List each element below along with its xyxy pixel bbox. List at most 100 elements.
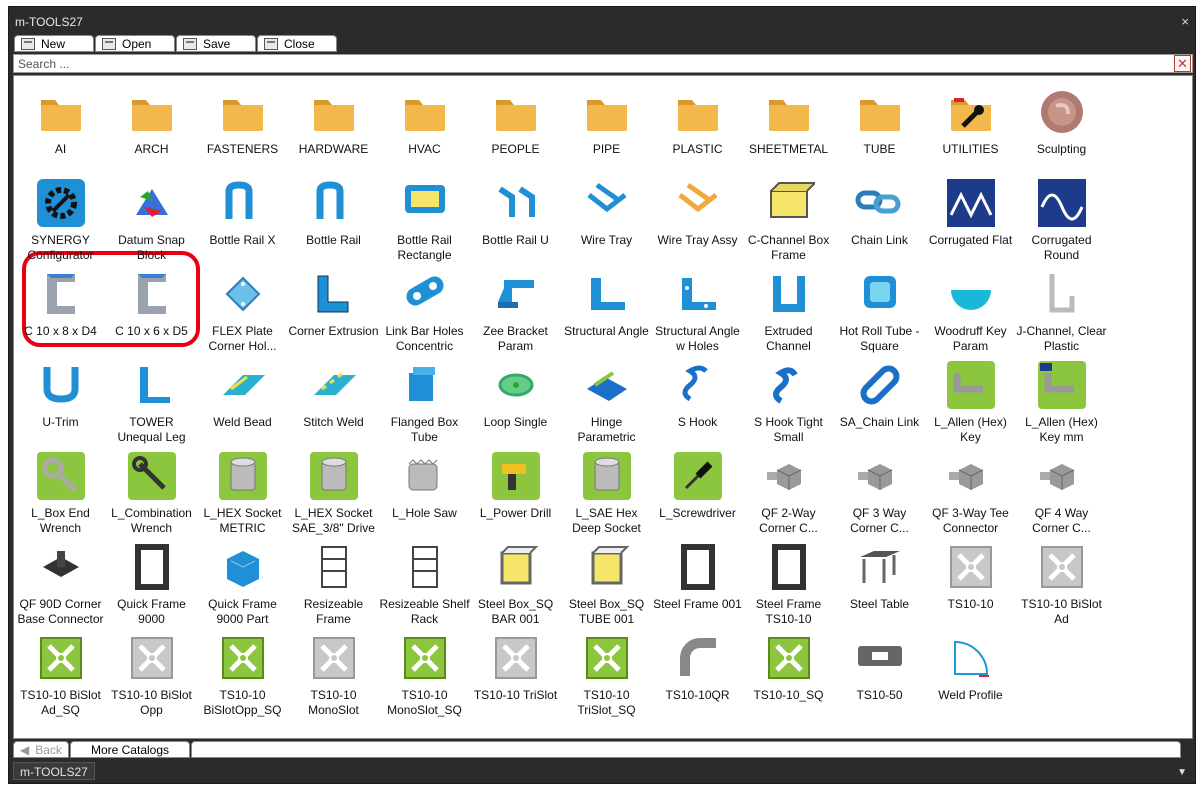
catalog-item[interactable]: Bottle Rail X bbox=[197, 177, 288, 263]
catalog-item[interactable]: C-Channel Box Frame bbox=[743, 177, 834, 263]
catalog-item[interactable]: Stitch Weld bbox=[288, 359, 379, 445]
catalog-item[interactable]: AI bbox=[15, 86, 106, 172]
catalog-item[interactable]: S Hook bbox=[652, 359, 743, 445]
catalog-item[interactable]: TS10-10 BiSlot Ad_SQ bbox=[15, 632, 106, 718]
catalog-item[interactable]: Flanged Box Tube bbox=[379, 359, 470, 445]
catalog-item[interactable]: Hinge Parametric bbox=[561, 359, 652, 445]
catalog-item[interactable]: Wire Tray Assy bbox=[652, 177, 743, 263]
catalog-item[interactable]: Structural Angle w Holes bbox=[652, 268, 743, 354]
catalog-item[interactable]: QF 3 Way Corner C... bbox=[834, 450, 925, 536]
catalog-item[interactable]: L_HEX Socket SAE_3/8" Drive bbox=[288, 450, 379, 536]
catalog-item[interactable]: UTILITIES bbox=[925, 86, 1016, 172]
close-window-button[interactable]: × bbox=[1181, 14, 1189, 29]
more-catalogs-button[interactable]: More Catalogs bbox=[70, 741, 190, 758]
catalog-item[interactable]: FLEX Plate Corner Hol... bbox=[197, 268, 288, 354]
catalog-item[interactable]: Quick Frame 9000 bbox=[106, 541, 197, 627]
catalog-grid: AI ARCH FASTENERS HARDWARE HVAC PEOPLE PIPE PLA… bbox=[13, 75, 1193, 739]
catalog-item[interactable]: HVAC bbox=[379, 86, 470, 172]
catalog-item[interactable]: ARCH bbox=[106, 86, 197, 172]
catalog-item-label: Loop Single bbox=[483, 415, 548, 429]
catalog-item[interactable]: L_Combination Wrench bbox=[106, 450, 197, 536]
catalog-item[interactable]: TS10-50 bbox=[834, 632, 925, 718]
catalog-item[interactable]: SA_Chain Link bbox=[834, 359, 925, 445]
catalog-item[interactable]: Chain Link bbox=[834, 177, 925, 263]
close-button[interactable]: Close bbox=[257, 35, 337, 52]
catalog-item[interactable]: TOWER Unequal Leg Channel bbox=[106, 359, 197, 445]
catalog-item[interactable]: QF 2-Way Corner C... bbox=[743, 450, 834, 536]
catalog-item[interactable]: Corrugated Round bbox=[1016, 177, 1107, 263]
catalog-item[interactable]: Steel Table bbox=[834, 541, 925, 627]
catalog-item[interactable]: L_SAE Hex Deep Socket 1/4" Dr... bbox=[561, 450, 652, 536]
catalog-item[interactable]: TS10-10 BiSlot Ad bbox=[1016, 541, 1107, 627]
catalog-item[interactable]: Loop Single bbox=[470, 359, 561, 445]
catalog-item[interactable]: Woodruff Key Param bbox=[925, 268, 1016, 354]
catalog-item[interactable]: SHEETMETAL bbox=[743, 86, 834, 172]
catalog-item[interactable]: QF 3-Way Tee Connector bbox=[925, 450, 1016, 536]
catalog-item[interactable]: TS10-10 TriSlot bbox=[470, 632, 561, 718]
catalog-item[interactable]: Bottle Rail U bbox=[470, 177, 561, 263]
hole-saw-icon bbox=[399, 450, 451, 502]
catalog-item[interactable]: Datum Snap Block bbox=[106, 177, 197, 263]
catalog-item[interactable]: L_HEX Socket METRIC bbox=[197, 450, 288, 536]
catalog-item[interactable]: Steel Frame 001 bbox=[652, 541, 743, 627]
catalog-item[interactable]: FASTENERS bbox=[197, 86, 288, 172]
chevron-down-icon[interactable]: ▼ bbox=[1177, 767, 1187, 778]
catalog-item[interactable]: Sculpting bbox=[1016, 86, 1107, 172]
catalog-item[interactable]: L_Box End Wrench bbox=[15, 450, 106, 536]
c-channel-icon bbox=[126, 268, 178, 320]
u-trim-icon bbox=[35, 359, 87, 411]
catalog-item[interactable]: Corrugated Flat bbox=[925, 177, 1016, 263]
catalog-item[interactable]: L_Allen (Hex) Key mm bbox=[1016, 359, 1107, 445]
back-button[interactable]: ◀ Back bbox=[13, 741, 69, 758]
catalog-item[interactable]: TS10-10 BiSlot Opp bbox=[106, 632, 197, 718]
catalog-item[interactable]: HARDWARE bbox=[288, 86, 379, 172]
catalog-item[interactable]: Quick Frame 9000 Part bbox=[197, 541, 288, 627]
catalog-item[interactable]: U-Trim bbox=[15, 359, 106, 445]
catalog-item[interactable]: Resizeable Frame bbox=[288, 541, 379, 627]
catalog-item[interactable]: Zee Bracket Param bbox=[470, 268, 561, 354]
catalog-item[interactable]: Hot Roll Tube - Square bbox=[834, 268, 925, 354]
catalog-item[interactable]: TS10-10 BiSlotOpp_SQ bbox=[197, 632, 288, 718]
catalog-item[interactable]: C 10 x 6 x D5 bbox=[106, 268, 197, 354]
catalog-item[interactable]: TUBE bbox=[834, 86, 925, 172]
catalog-item[interactable]: Steel Box_SQ TUBE 001 bbox=[561, 541, 652, 627]
save-button[interactable]: Save bbox=[176, 35, 256, 52]
catalog-item[interactable]: TS10-10 bbox=[925, 541, 1016, 627]
catalog-item[interactable]: L_Power Drill bbox=[470, 450, 561, 536]
catalog-item[interactable]: QF 4 Way Corner C... bbox=[1016, 450, 1107, 536]
catalog-item[interactable]: Link Bar Holes Concentric bbox=[379, 268, 470, 354]
catalog-item[interactable]: SYNERGY Configurator bbox=[15, 177, 106, 263]
catalog-item[interactable]: TS10-10 TriSlot_SQ bbox=[561, 632, 652, 718]
s-hook-icon bbox=[672, 359, 724, 411]
catalog-item[interactable]: PLASTIC bbox=[652, 86, 743, 172]
catalog-item[interactable]: QF 90D Corner Base Connector bbox=[15, 541, 106, 627]
catalog-item[interactable]: Corner Extrusion bbox=[288, 268, 379, 354]
catalog-item[interactable]: L_Hole Saw bbox=[379, 450, 470, 536]
catalog-item[interactable]: C 10 x 8 x D4 bbox=[15, 268, 106, 354]
catalog-item[interactable]: Structural Angle bbox=[561, 268, 652, 354]
catalog-item[interactable]: Weld Profile bbox=[925, 632, 1016, 718]
catalog-item[interactable]: Wire Tray bbox=[561, 177, 652, 263]
catalog-item[interactable]: Resizeable Shelf Rack bbox=[379, 541, 470, 627]
status-tab[interactable]: m-TOOLS27 bbox=[13, 762, 95, 780]
catalog-item[interactable]: TS10-10 MonoSlot bbox=[288, 632, 379, 718]
catalog-item[interactable]: L_Allen (Hex) Key bbox=[925, 359, 1016, 445]
new-button[interactable]: New bbox=[14, 35, 94, 52]
catalog-item[interactable]: PIPE bbox=[561, 86, 652, 172]
catalog-item[interactable]: TS10-10 MonoSlot_SQ bbox=[379, 632, 470, 718]
catalog-item[interactable]: Extruded Channel bbox=[743, 268, 834, 354]
clear-search-button[interactable]: ✕ bbox=[1174, 55, 1191, 72]
catalog-item[interactable]: Bottle Rail Rectangle bbox=[379, 177, 470, 263]
catalog-item[interactable]: TS10-10_SQ bbox=[743, 632, 834, 718]
catalog-item[interactable]: Bottle Rail bbox=[288, 177, 379, 263]
catalog-item[interactable]: Steel Frame TS10-10 bbox=[743, 541, 834, 627]
catalog-item[interactable]: S Hook Tight Small bbox=[743, 359, 834, 445]
search-input[interactable] bbox=[14, 55, 1164, 73]
catalog-item[interactable]: Steel Box_SQ BAR 001 bbox=[470, 541, 561, 627]
catalog-item[interactable]: TS10-10QR bbox=[652, 632, 743, 718]
catalog-item[interactable]: Weld Bead bbox=[197, 359, 288, 445]
catalog-item[interactable]: J-Channel, Clear Plastic bbox=[1016, 268, 1107, 354]
open-button[interactable]: Open bbox=[95, 35, 175, 52]
catalog-item[interactable]: L_Screwdriver bbox=[652, 450, 743, 536]
catalog-item[interactable]: PEOPLE bbox=[470, 86, 561, 172]
